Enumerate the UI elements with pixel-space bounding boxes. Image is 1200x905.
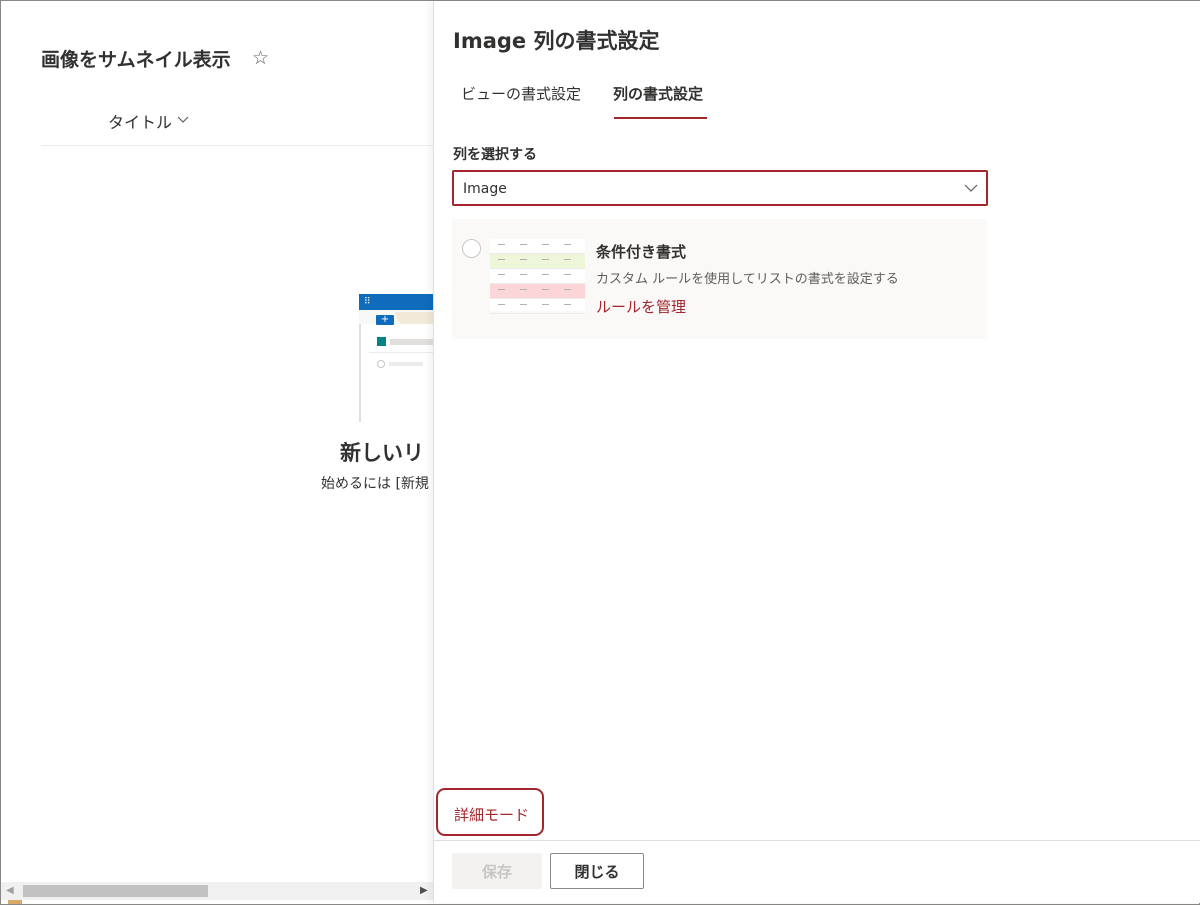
header-divider: [41, 145, 433, 146]
conditional-formatting-radio[interactable]: [462, 239, 481, 258]
empty-state-description: 始めるには [新規: [321, 476, 429, 492]
thumbnail-row: [490, 269, 585, 284]
illustration-square: [377, 337, 386, 346]
scroll-left-arrow-icon[interactable]: ◀: [6, 885, 14, 896]
empty-list-illustration: ⠿ +: [359, 294, 433, 422]
illustration-row: [389, 362, 423, 366]
scrollbar-thumb[interactable]: [23, 885, 208, 897]
column-select-value: Image: [463, 181, 507, 197]
conditional-formatting-description: カスタム ルールを使用してリストの書式を設定する: [596, 272, 899, 287]
list-page: 画像をサムネイル表示 ☆ タイトル ⠿ + 新しいリ 始めるには [新規: [1, 1, 433, 903]
format-column-panel: Image 列の書式設定 ビューの書式設定 列の書式設定 列を選択する Imag…: [433, 1, 1200, 903]
illustration-divider: [369, 352, 433, 353]
conditional-formatting-card: 条件付き書式 カスタム ルールを使用してリストの書式を設定する ルールを管理: [452, 219, 987, 339]
tab-view-formatting[interactable]: ビューの書式設定: [461, 83, 581, 104]
chevron-down-icon[interactable]: [177, 116, 189, 124]
scroll-right-arrow-icon[interactable]: ▶: [420, 885, 428, 896]
taskbar-accent: [8, 900, 22, 904]
tab-column-formatting[interactable]: 列の書式設定: [613, 83, 703, 104]
plus-icon: +: [376, 315, 394, 325]
horizontal-scrollbar[interactable]: ◀ ▶: [1, 882, 433, 900]
save-button[interactable]: 保存: [452, 853, 542, 889]
conditional-formatting-title: 条件付き書式: [596, 243, 687, 261]
thumbnail-row-red: [490, 284, 585, 299]
waffle-icon: ⠿: [364, 297, 371, 307]
column-select-label: 列を選択する: [453, 147, 537, 163]
selected-tab-indicator: [614, 117, 707, 119]
advanced-mode-link[interactable]: 詳細モード: [436, 788, 544, 836]
thumbnail-row-green: [490, 254, 585, 269]
thumbnail-row: [490, 299, 585, 314]
thumbnail-row: [490, 239, 585, 254]
close-button[interactable]: 閉じる: [550, 853, 644, 889]
page-title: 画像をサムネイル表示: [41, 49, 231, 71]
column-select-dropdown[interactable]: Image: [452, 170, 988, 206]
advanced-mode-label: 詳細モード: [454, 806, 530, 824]
panel-title: Image 列の書式設定: [453, 29, 660, 53]
empty-state-title: 新しいリ: [340, 441, 424, 465]
manage-rules-link[interactable]: ルールを管理: [596, 296, 686, 317]
footer-divider: [434, 840, 1200, 841]
star-outline-icon[interactable]: ☆: [252, 47, 269, 69]
chevron-down-icon: [964, 184, 978, 192]
column-header-title[interactable]: タイトル: [108, 109, 172, 133]
conditional-formatting-thumbnail: [490, 239, 585, 314]
illustration-radio: [377, 360, 385, 368]
illustration-row: [390, 339, 433, 345]
